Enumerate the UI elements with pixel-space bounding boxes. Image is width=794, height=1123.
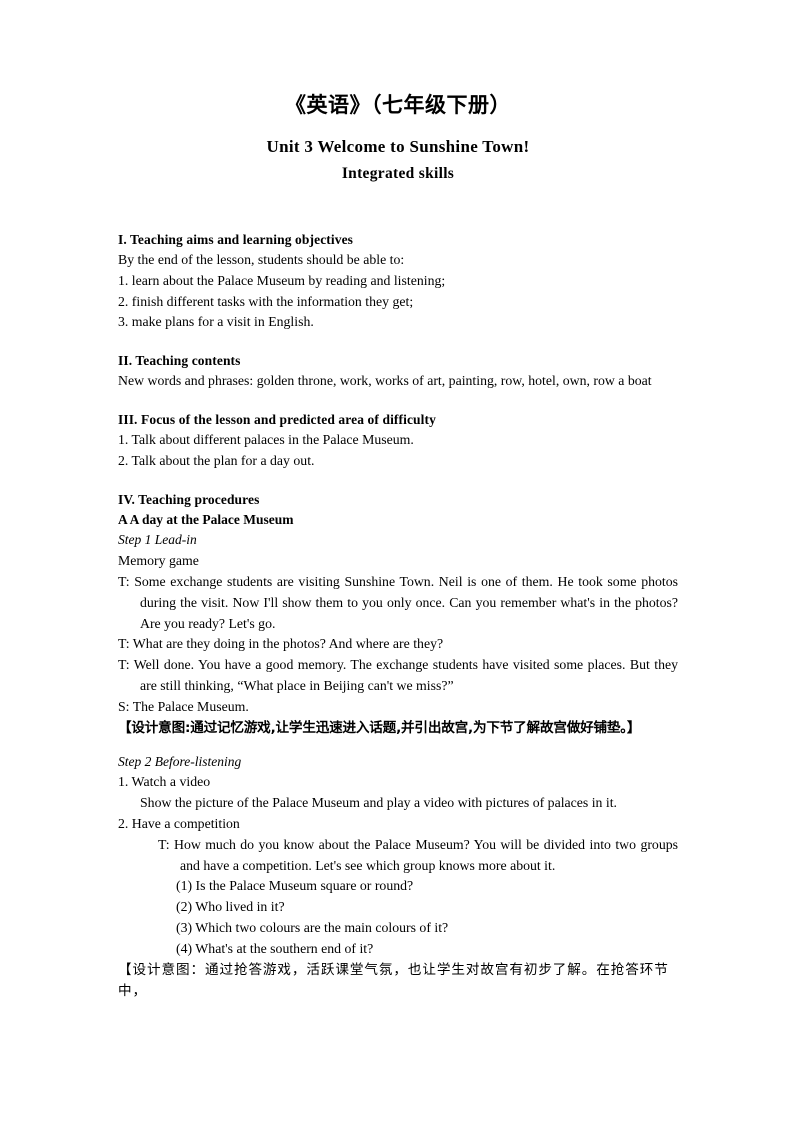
- step-1-teacher-line-3: T: Well done. You have a good memory. Th…: [118, 657, 678, 693]
- step-2-item-1-body: Show the picture of the Palace Museum an…: [140, 795, 618, 811]
- step-2-item-2: 2. Have a competition: [118, 815, 240, 831]
- document-page: 《英语》（七年级下册） Unit 3 Welcome to Sunshine T…: [0, 0, 794, 1123]
- step-2-question-1: (1) Is the Palace Museum square or round…: [176, 878, 414, 894]
- step-1-design-intent-note: 【设计意图:通过记忆游戏,让学生迅速进入话题,并引出故宫,为下节了解故宫做好铺垫…: [118, 719, 641, 736]
- section-heading-teaching-contents: II. Teaching contents: [118, 353, 241, 369]
- step-1-label: Step 1 Lead-in: [118, 532, 197, 548]
- step-2-question-3: (3) Which two colours are the main colou…: [176, 919, 449, 935]
- step-1-student-line-1: S: The Palace Museum.: [118, 698, 249, 714]
- step-1-teacher-line-1: T: Some exchange students are visiting S…: [118, 573, 678, 631]
- lesson-subtitle: Integrated skills: [341, 165, 455, 182]
- step-1-teacher-line-2: T: What are they doing in the photos? An…: [118, 636, 444, 652]
- teaching-aims-item-1: 1. learn about the Palace Museum by read…: [118, 272, 446, 288]
- unit-title: Unit 3 Welcome to Sunshine Town!: [266, 137, 530, 156]
- step-1-activity: Memory game: [118, 553, 199, 569]
- document-body: 《英语》（七年级下册） Unit 3 Welcome to Sunshine T…: [118, 90, 678, 1002]
- focus-item-2: 2. Talk about the plan for a day out.: [118, 452, 315, 468]
- step-2-label: Step 2 Before-listening: [118, 753, 242, 769]
- section-heading-focus: III. Focus of the lesson and predicted a…: [118, 411, 436, 427]
- teaching-aims-item-3: 3. make plans for a visit in English.: [118, 314, 314, 330]
- step-2-question-2: (2) Who lived in it?: [176, 899, 285, 915]
- document-title-chinese: 《英语》（七年级下册）: [285, 93, 511, 117]
- section-heading-teaching-procedures: IV. Teaching procedures: [118, 491, 260, 507]
- teaching-aims-item-2: 2. finish different tasks with the infor…: [118, 293, 414, 309]
- step-2-question-4: (4) What's at the southern end of it?: [176, 940, 374, 956]
- section-heading-teaching-aims: I. Teaching aims and learning objectives: [118, 232, 354, 247]
- step-2-item-1: 1. Watch a video: [118, 774, 211, 790]
- part-a-heading: A A day at the Palace Museum: [118, 511, 294, 527]
- teaching-contents-words: New words and phrases: golden throne, wo…: [118, 373, 652, 389]
- teaching-aims-intro: By the end of the lesson, students shoul…: [118, 252, 405, 267]
- step-2-design-intent-note: 【设计意图：通过抢答游戏，活跃课堂气氛，也让学生对故宫有初步了解。在抢答环节中，: [118, 961, 669, 999]
- focus-item-1: 1. Talk about different palaces in the P…: [118, 431, 414, 447]
- step-2-teacher-line: T: How much do you know about the Palace…: [158, 836, 678, 873]
